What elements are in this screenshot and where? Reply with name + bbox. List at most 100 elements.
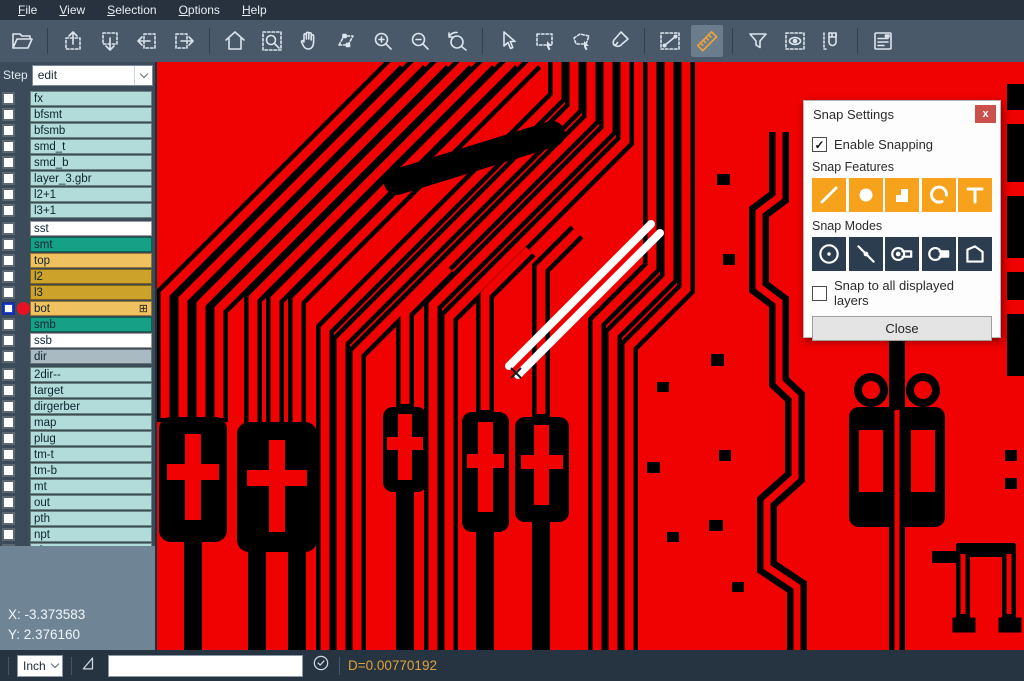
layer-label[interactable]: bfsmt [30,107,152,122]
layer-row[interactable]: smd_t [0,139,155,154]
open-button[interactable] [6,25,38,57]
layer-label[interactable]: bot ⊞ [30,301,152,316]
layer-visibility-checkbox[interactable] [2,416,15,429]
layer-row[interactable]: npt [0,527,155,542]
snap-feature-arc-button[interactable] [922,178,956,212]
layer-row[interactable]: mt [0,479,155,494]
layer-label[interactable]: smd_t [30,139,152,154]
layer-visibility-checkbox[interactable] [2,270,15,283]
snap-mode-slot-center-button[interactable] [885,237,919,271]
layer-row[interactable]: tm-t [0,447,155,462]
chevron-down-icon[interactable] [134,66,152,85]
layer-visibility-checkbox[interactable] [2,464,15,477]
layer-label[interactable]: out [30,495,152,510]
export-top-button[interactable] [57,25,89,57]
layer-label[interactable]: l2 [30,269,152,284]
layer-label[interactable]: plug [30,431,152,446]
select-pointer-button[interactable] [492,25,524,57]
layer-visibility-checkbox[interactable] [2,496,15,509]
snap-mode-midpoint-button[interactable] [849,237,883,271]
layer-label[interactable]: top [30,253,152,268]
layer-row[interactable]: dir [0,349,155,364]
layer-label[interactable]: bfsmb [30,123,152,138]
menu-item[interactable]: File [8,1,47,19]
layer-row[interactable]: bfsmb [0,123,155,138]
zoom-previous-button[interactable] [441,25,473,57]
dialog-close-icon[interactable]: x [975,105,996,123]
layer-row[interactable]: out [0,495,155,510]
enable-snapping-checkbox[interactable] [812,137,827,152]
snap-mode-slot-outline-button[interactable] [922,237,956,271]
unit-combobox[interactable]: Inch [17,655,63,677]
layer-label[interactable]: smt [30,237,152,252]
layer-row[interactable]: l3 [0,285,155,300]
snap-mode-contour-button[interactable] [958,237,992,271]
layer-visibility-checkbox[interactable] [2,254,15,267]
layer-row[interactable]: smd_b [0,155,155,170]
layer-visibility-checkbox[interactable] [2,156,15,169]
zoom-out-button[interactable] [404,25,436,57]
layer-label[interactable]: 2dir-- [30,367,152,382]
zoom-home-button[interactable] [219,25,251,57]
layer-label[interactable]: dirgerber [30,399,152,414]
measure-line-button[interactable] [654,25,686,57]
layer-label[interactable]: l3 [30,285,152,300]
snap-feature-text-button[interactable] [958,178,992,212]
layer-row[interactable]: layer_3.gbr [0,171,155,186]
layer-row[interactable]: pth [0,511,155,526]
layer-row[interactable]: ssb [0,333,155,348]
layer-row[interactable]: l2 [0,269,155,284]
layer-row[interactable]: bot ⊞ [0,301,155,316]
layer-visibility-checkbox[interactable] [2,222,15,235]
layer-label[interactable]: l3+1 [30,203,152,218]
select-rectangle-button[interactable] [529,25,561,57]
layer-label[interactable]: smb [30,317,152,332]
chevron-down-icon[interactable] [47,656,62,676]
layer-label[interactable]: sst [30,221,152,236]
layer-visibility-checkbox[interactable] [2,302,15,315]
snap-feature-line-button[interactable] [812,178,846,212]
export-left-button[interactable] [131,25,163,57]
layer-row[interactable]: l2+1 [0,187,155,202]
layer-visibility-checkbox[interactable] [2,108,15,121]
layer-visibility-checkbox[interactable] [2,188,15,201]
layer-visibility-checkbox[interactable] [2,384,15,397]
dialog-title-bar[interactable]: Snap Settings x [804,101,1000,127]
layer-visibility-checkbox[interactable] [2,512,15,525]
export-bottom-button[interactable] [94,25,126,57]
menu-item[interactable]: Options [169,1,230,19]
menu-item[interactable]: Selection [97,1,166,19]
layer-visibility-checkbox[interactable] [2,92,15,105]
layer-visibility-checkbox[interactable] [2,238,15,251]
layer-form-button[interactable] [867,25,899,57]
layer-row[interactable]: plug [0,431,155,446]
layer-label[interactable]: smd_b [30,155,152,170]
layer-visibility-checkbox[interactable] [2,528,15,541]
layer-label[interactable]: target [30,383,152,398]
layer-label[interactable]: fx [30,91,152,106]
layer-row[interactable]: tm-b [0,463,155,478]
layer-label[interactable]: mt [30,479,152,494]
layer-label[interactable]: tm-t [30,447,152,462]
layer-visibility-checkbox[interactable] [2,448,15,461]
layer-label[interactable]: ssb [30,333,152,348]
snap-feature-pad-button[interactable] [849,178,883,212]
layer-visibility-checkbox[interactable] [2,400,15,413]
layer-row[interactable]: map [0,415,155,430]
layer-row[interactable]: smb [0,317,155,332]
layer-visibility-checkbox[interactable] [2,124,15,137]
layer-visibility-checkbox[interactable] [2,350,15,363]
layer-row[interactable]: dirgerber [0,399,155,414]
layer-label[interactable]: dir [30,349,152,364]
select-polygon-button[interactable] [566,25,598,57]
layer-row[interactable]: bfsmt [0,107,155,122]
layer-visibility-checkbox[interactable] [2,432,15,445]
layer-visibility-checkbox[interactable] [2,204,15,217]
layer-row[interactable]: target [0,383,155,398]
layer-row[interactable]: smt [0,237,155,252]
close-button[interactable]: Close [812,316,992,341]
filter-button[interactable] [742,25,774,57]
menu-item[interactable]: Help [232,1,277,19]
zoom-area-button[interactable] [256,25,288,57]
snap-mode-center-button[interactable] [812,237,846,271]
